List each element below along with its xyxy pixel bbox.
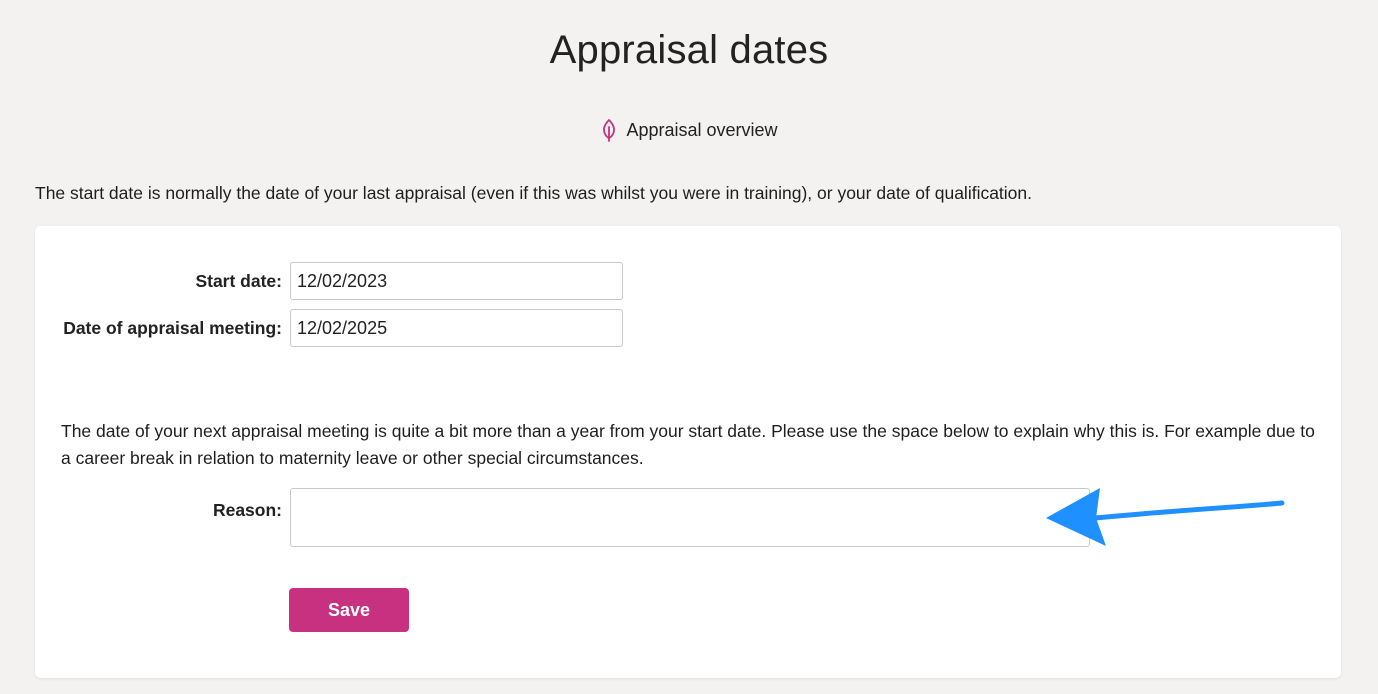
reason-input[interactable] [290, 488, 1090, 547]
appraisal-overview-label: Appraisal overview [626, 119, 778, 140]
intro-text: The start date is normally the date of y… [35, 183, 1033, 203]
save-button[interactable]: Save [289, 588, 409, 632]
page-title: Appraisal dates [549, 28, 829, 72]
leaf-icon [600, 118, 618, 142]
reason-label: Reason: [212, 500, 282, 520]
appraisal-dates-form: Start date: Date of appraisal meeting: T… [35, 226, 1341, 678]
meeting-date-label: Date of appraisal meeting: [63, 317, 282, 338]
start-date-row: Start date: [35, 262, 623, 300]
start-date-input[interactable] [290, 262, 623, 300]
explanation-text: The date of your next appraisal meeting … [61, 421, 1315, 468]
start-date-label: Start date: [195, 270, 282, 291]
appraisal-overview-link[interactable]: Appraisal overview [0, 118, 1378, 142]
meeting-date-row: Date of appraisal meeting: [35, 309, 623, 347]
reason-row: Reason: [35, 488, 1090, 547]
meeting-date-input[interactable] [290, 309, 623, 347]
